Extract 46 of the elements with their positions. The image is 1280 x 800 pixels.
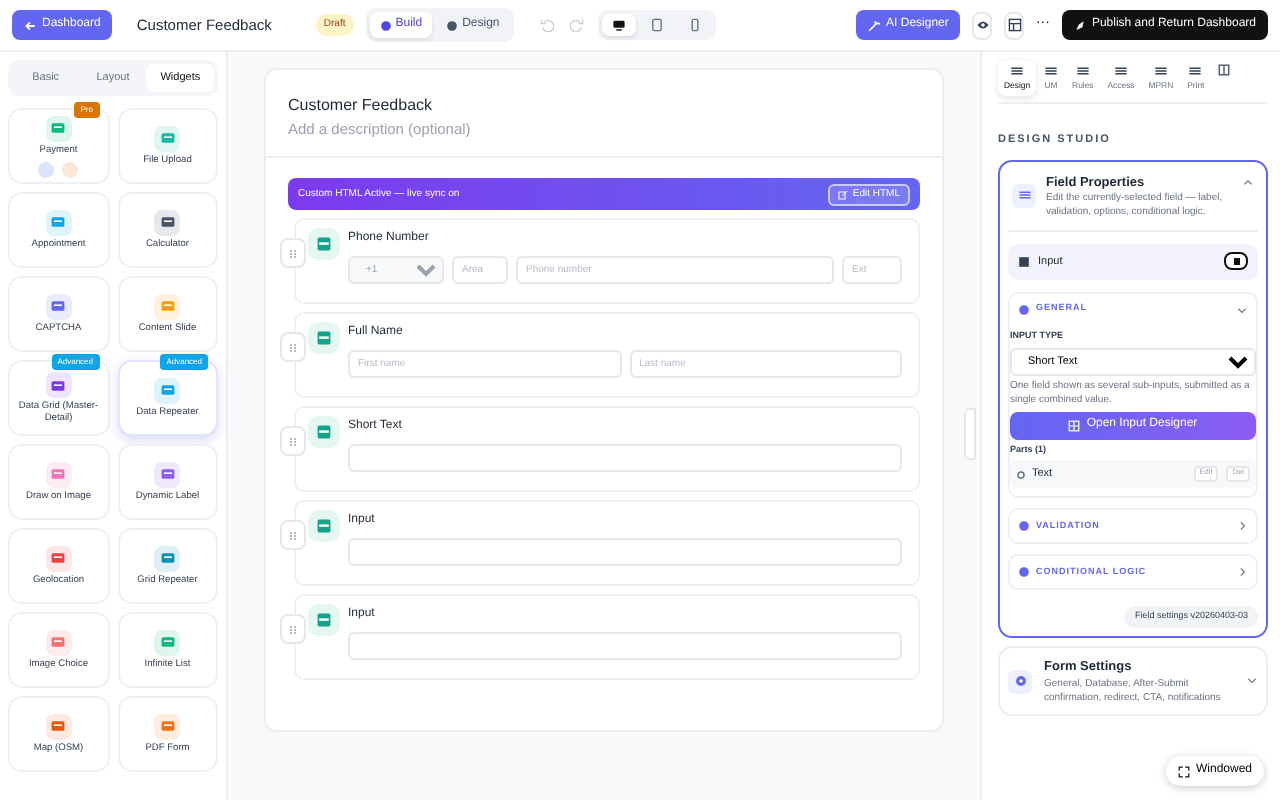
lines-icon bbox=[1044, 64, 1059, 78]
text-input[interactable] bbox=[348, 538, 902, 567]
eye-icon bbox=[975, 18, 990, 32]
lines-icon bbox=[1010, 64, 1025, 78]
drag-handle[interactable] bbox=[280, 426, 306, 457]
field-type-icon bbox=[308, 510, 340, 543]
desktop-icon bbox=[611, 18, 626, 32]
edit-icon bbox=[838, 189, 849, 200]
wallet-method-icon bbox=[62, 161, 79, 178]
arrow-left-icon bbox=[24, 19, 36, 31]
layout-icon bbox=[1007, 18, 1022, 32]
lines-icon bbox=[1075, 64, 1090, 78]
grid-icon bbox=[1068, 419, 1081, 432]
desktop-button[interactable] bbox=[601, 14, 636, 36]
layout-button[interactable] bbox=[1004, 11, 1024, 39]
chevron-icon bbox=[1236, 520, 1248, 533]
drag-handle[interactable] bbox=[280, 332, 306, 363]
lines-icon bbox=[1114, 64, 1129, 78]
collapse-handle[interactable] bbox=[964, 408, 976, 460]
field-type-icon bbox=[308, 604, 340, 637]
sliders-icon bbox=[1012, 183, 1036, 208]
undo-icon bbox=[539, 18, 554, 32]
rocket-icon bbox=[1073, 19, 1086, 31]
expand-icon bbox=[1177, 765, 1190, 777]
lines-icon bbox=[1153, 64, 1168, 78]
redo-icon bbox=[569, 18, 584, 32]
chevron-icon bbox=[1236, 566, 1248, 579]
field-type-icon bbox=[308, 416, 340, 449]
field-icon bbox=[1018, 255, 1030, 268]
sidebar-icon bbox=[1218, 64, 1231, 76]
trash-icon bbox=[1231, 256, 1241, 267]
drag-handle[interactable] bbox=[280, 614, 306, 645]
drag-handle[interactable] bbox=[280, 238, 306, 269]
drag-handle[interactable] bbox=[280, 520, 306, 551]
text-input[interactable] bbox=[348, 444, 902, 473]
delete-button[interactable] bbox=[1224, 252, 1248, 271]
preview-button[interactable] bbox=[972, 11, 993, 39]
phone-icon bbox=[687, 18, 702, 32]
chevron-icon bbox=[1236, 303, 1248, 316]
field-type-icon bbox=[308, 228, 340, 261]
tablet-icon bbox=[649, 18, 664, 32]
wand-icon bbox=[868, 19, 881, 31]
lines-icon bbox=[1188, 64, 1203, 78]
form-heading[interactable]: Customer Feedback bbox=[288, 94, 920, 118]
text-input[interactable] bbox=[348, 632, 902, 661]
field-type-icon bbox=[308, 322, 340, 355]
